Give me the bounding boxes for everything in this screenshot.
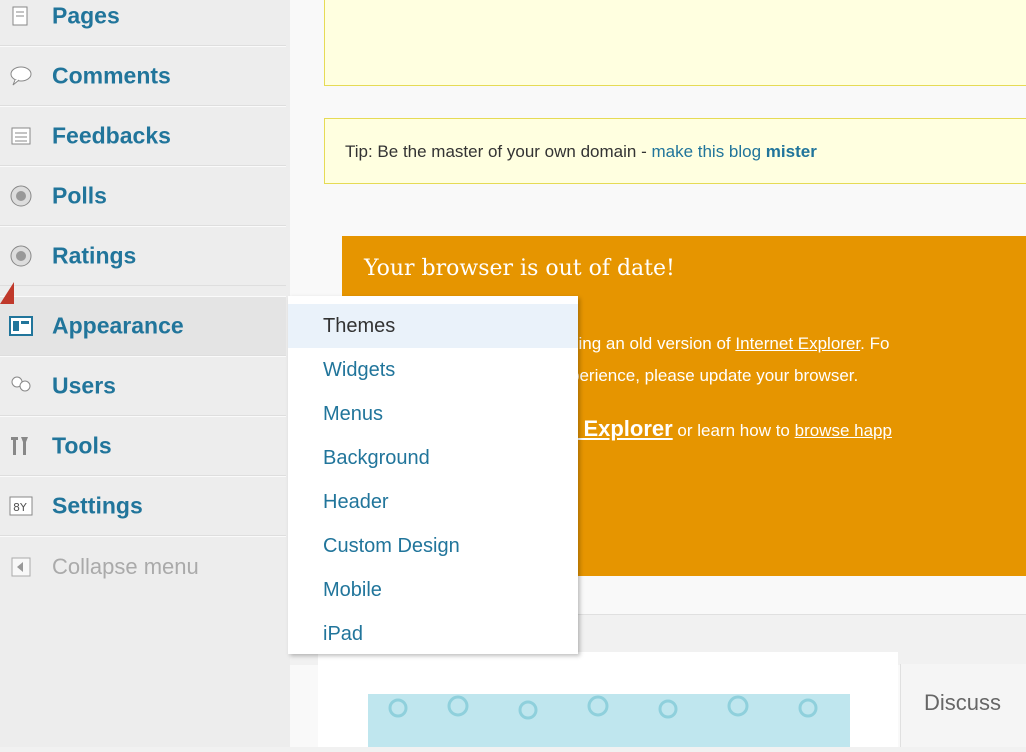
tools-icon	[8, 433, 34, 459]
ratings-icon	[8, 243, 34, 269]
sidebar-item-pages[interactable]: Pages	[0, 0, 286, 46]
submenu-item-widgets[interactable]: Widgets	[288, 348, 578, 392]
notice-line-1: sing an old version of Internet Explorer…	[570, 334, 889, 354]
tip-notice: Tip: Be the master of your own domain - …	[324, 118, 1026, 184]
appearance-submenu: Themes Widgets Menus Background Header C…	[288, 296, 578, 654]
notice-text: or learn how to	[672, 421, 795, 440]
notice-title: Your browser is out of date!	[364, 256, 675, 281]
theme-banner-image	[368, 694, 850, 747]
discuss-label: Discuss	[924, 690, 1002, 715]
sidebar-item-label: Users	[52, 372, 116, 399]
feedbacks-icon	[8, 123, 34, 149]
sidebar-item-label: Comments	[52, 62, 171, 89]
tip-link-bold[interactable]: mister	[766, 142, 817, 161]
sidebar-item-polls[interactable]: Polls	[0, 166, 286, 226]
tip-link[interactable]: make this blog	[651, 142, 765, 161]
tip-text: Tip: Be the master of your own domain -	[345, 142, 652, 161]
notice-line-3: t Explorer or learn how to browse happ	[570, 416, 892, 442]
comments-icon	[8, 63, 34, 89]
submenu-item-background[interactable]: Background	[288, 436, 578, 480]
submenu-item-themes[interactable]: Themes	[288, 304, 578, 348]
browse-happy-link[interactable]: browse happ	[795, 421, 892, 440]
submenu-item-header[interactable]: Header	[288, 480, 578, 524]
pointer-arrow-icon	[0, 282, 14, 304]
submenu-item-mobile[interactable]: Mobile	[288, 568, 578, 612]
sidebar-item-label: Appearance	[52, 312, 184, 339]
notice-text: . Fo	[860, 334, 890, 353]
sidebar-item-label: Ratings	[52, 242, 137, 269]
sidebar-item-tools[interactable]: Tools	[0, 416, 286, 476]
collapse-icon	[8, 554, 34, 580]
submenu-item-custom-design[interactable]: Custom Design	[288, 524, 578, 568]
sidebar-item-label: Feedbacks	[52, 122, 171, 149]
internet-explorer-link[interactable]: Internet Explorer	[735, 334, 860, 353]
sidebar-item-feedbacks[interactable]: Feedbacks	[0, 106, 286, 166]
sidebar-item-label: Polls	[52, 182, 107, 209]
submenu-item-menus[interactable]: Menus	[288, 392, 578, 436]
sidebar-item-label: Pages	[52, 2, 120, 29]
notice-box	[324, 0, 1026, 86]
settings-icon: 8Y	[8, 493, 34, 519]
notice-line-2: perience, please update your browser.	[570, 366, 859, 385]
polls-icon	[8, 183, 34, 209]
collapse-menu-button[interactable]: Collapse menu	[0, 536, 286, 596]
sidebar-item-ratings[interactable]: Ratings	[0, 226, 286, 286]
sidebar-item-appearance[interactable]: Appearance	[0, 296, 286, 356]
submenu-item-ipad[interactable]: iPad	[288, 612, 578, 656]
svg-text:8Y: 8Y	[13, 501, 27, 514]
sidebar-item-comments[interactable]: Comments	[0, 46, 286, 106]
admin-sidebar: Pages Comments Feedbacks Polls Ratings A…	[0, 0, 290, 747]
sidebar-item-label: Tools	[52, 432, 112, 459]
sidebar-item-users[interactable]: Users	[0, 356, 286, 416]
notice-text: sing an old version of	[570, 334, 736, 353]
sidebar-item-settings[interactable]: 8Y Settings	[0, 476, 286, 536]
sidebar-item-label: Settings	[52, 492, 143, 519]
users-icon	[8, 373, 34, 399]
pages-icon	[8, 3, 34, 29]
sidebar-item-label: Collapse menu	[52, 553, 199, 579]
upgrade-explorer-link[interactable]: t Explorer	[570, 416, 673, 441]
appearance-icon	[8, 313, 34, 339]
